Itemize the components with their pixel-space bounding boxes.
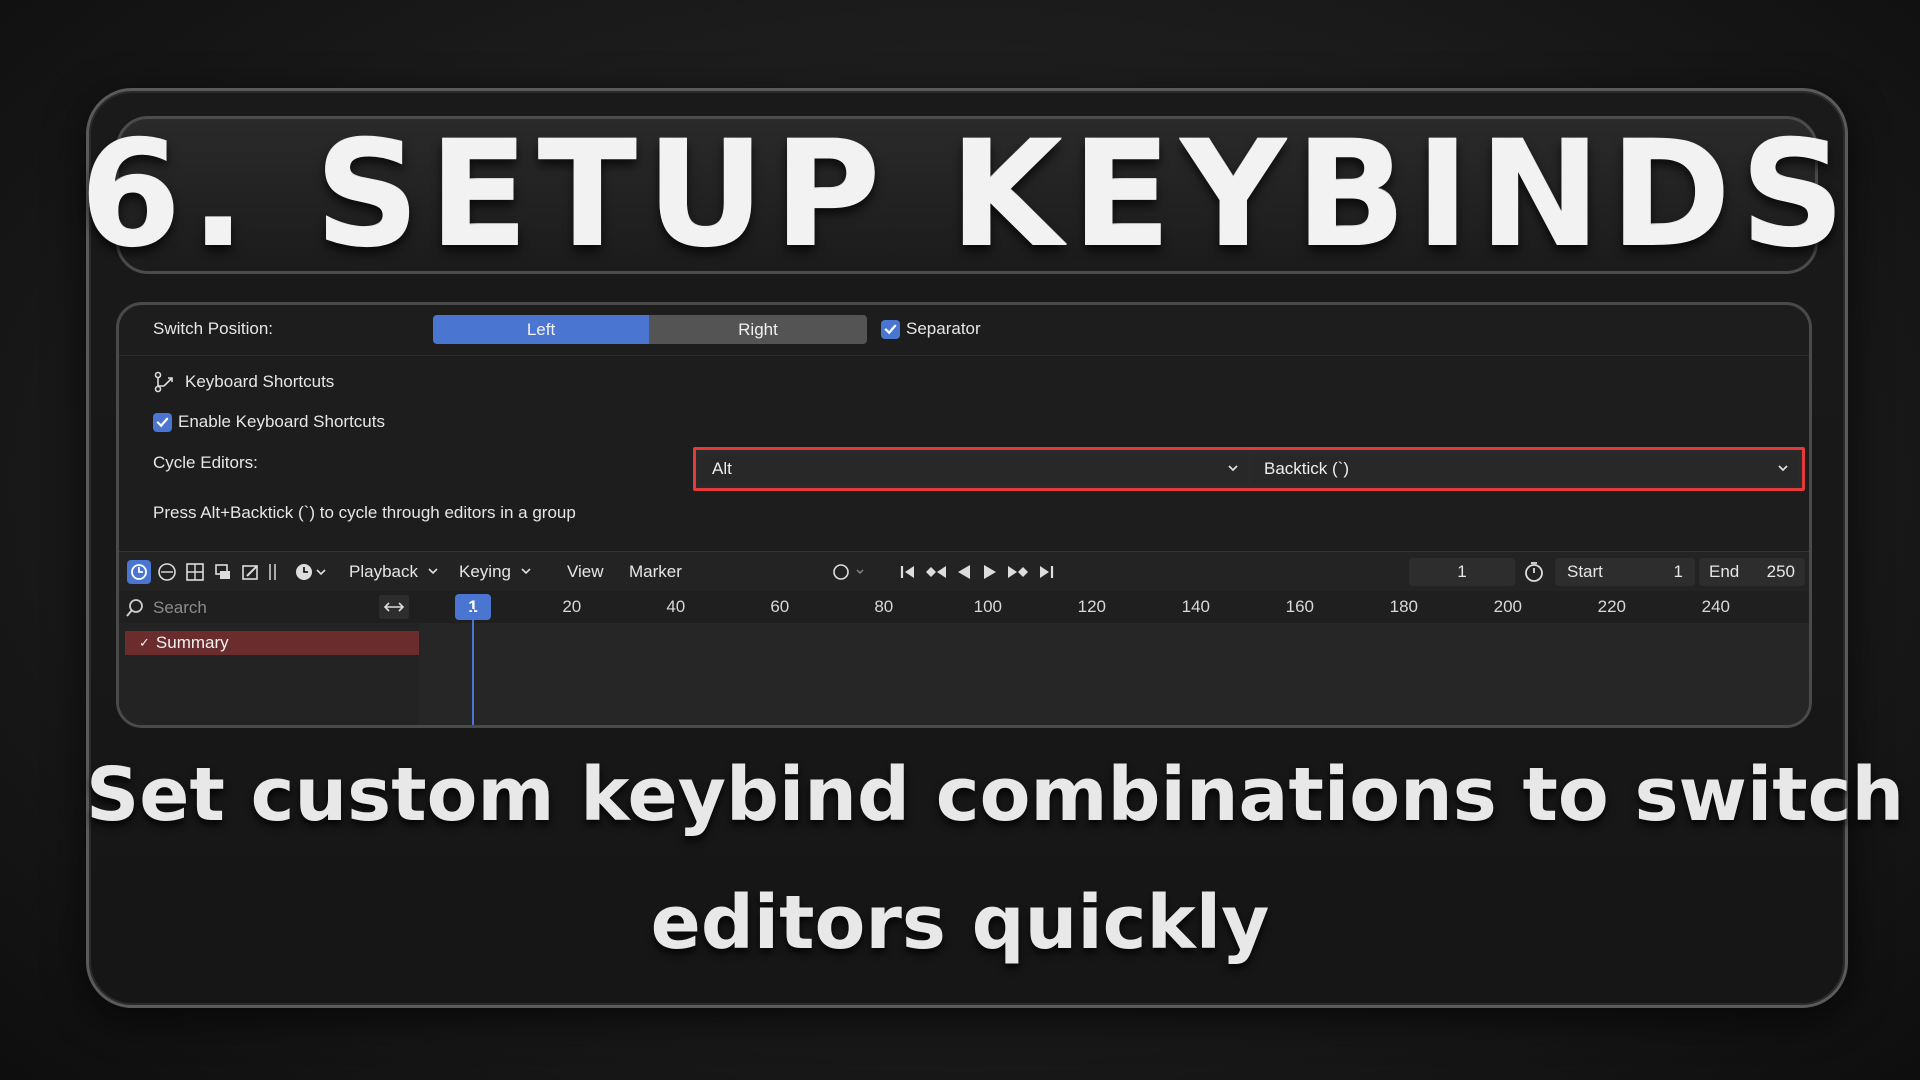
- start-frame-field[interactable]: Start 1: [1555, 558, 1695, 586]
- ruler-tick: 80: [874, 597, 894, 616]
- end-label: End: [1709, 562, 1740, 581]
- ruler-tick: 40: [666, 597, 686, 616]
- jump-start-icon[interactable]: [897, 560, 919, 584]
- menu-playback[interactable]: Playback: [349, 562, 439, 582]
- page-title: 6. SETUP KEYBINDS: [79, 110, 1855, 280]
- enable-shortcuts-row[interactable]: Enable Keyboard Shortcuts: [153, 412, 385, 432]
- menu-marker[interactable]: Marker: [629, 562, 682, 582]
- keyboard-shortcut-icon: [153, 371, 175, 393]
- track-area[interactable]: [419, 623, 1809, 725]
- record-button[interactable]: [831, 560, 871, 584]
- keyboard-shortcuts-title: Keyboard Shortcuts: [185, 372, 335, 391]
- search-icon: [126, 599, 143, 617]
- end-frame-field[interactable]: End 250: [1699, 558, 1805, 586]
- title-banner: 6. SETUP KEYBINDS: [80, 116, 1845, 274]
- ruler-tick: 220: [1597, 597, 1626, 616]
- divider: [119, 355, 1809, 356]
- menu-view[interactable]: View: [567, 562, 604, 582]
- jump-end-icon[interactable]: [1035, 560, 1057, 584]
- nla-editor-icon[interactable]: [239, 560, 263, 584]
- ruler-tick: 100: [973, 597, 1002, 616]
- key-dropdown[interactable]: Backtick (`): [1252, 454, 1798, 484]
- summary-label: Summary: [155, 633, 229, 652]
- switch-left-button[interactable]: Left: [433, 315, 649, 344]
- check-icon: ✓: [139, 635, 150, 650]
- chevron-down-icon: [521, 568, 531, 575]
- timeline-editor-icon[interactable]: [127, 560, 151, 584]
- play-icon[interactable]: [979, 560, 1001, 584]
- caption-line-2: editors quickly: [650, 880, 1270, 966]
- shortcut-hint: Press Alt+Backtick (`) to cycle through …: [153, 503, 576, 522]
- separator-checkbox[interactable]: [881, 319, 900, 339]
- search-field[interactable]: Search: [125, 595, 395, 621]
- ruler-tick: 180: [1389, 597, 1418, 616]
- ruler-tick: 200: [1493, 597, 1522, 616]
- drivers-icon[interactable]: [211, 560, 235, 584]
- start-value: 1: [1673, 562, 1683, 581]
- ruler-tick: 60: [770, 597, 790, 616]
- separator-bars-icon: [267, 560, 279, 584]
- separator-label: Separator: [906, 319, 981, 338]
- summary-channel[interactable]: ✓ Summary: [125, 631, 419, 655]
- enable-shortcuts-label: Enable Keyboard Shortcuts: [178, 412, 385, 431]
- check-icon: [156, 417, 169, 427]
- ruler-tick: 240: [1701, 597, 1730, 616]
- cycle-editors-highlight: Alt Backtick (`): [693, 447, 1805, 491]
- ruler-tick: 140: [1181, 597, 1210, 616]
- frame-ruler[interactable]: Search 1 20 40 60 80 100 120 140 160 180 200 220 24…: [119, 591, 1809, 623]
- ruler-tick: 120: [1077, 597, 1106, 616]
- playhead-line[interactable]: [472, 609, 474, 725]
- play-reverse-icon[interactable]: [953, 560, 975, 584]
- search-placeholder: Search: [153, 598, 207, 617]
- clock-dropdown-icon[interactable]: [293, 560, 331, 584]
- switch-right-button[interactable]: Right: [649, 315, 867, 344]
- next-keyframe-icon[interactable]: [1005, 560, 1031, 584]
- chevron-down-icon: [1778, 465, 1788, 472]
- ruler-tick: 160: [1285, 597, 1314, 616]
- dope-sheet-icon[interactable]: [155, 560, 179, 584]
- modifier-dropdown[interactable]: Alt: [700, 454, 1248, 484]
- separator-checkbox-row[interactable]: Separator: [881, 319, 981, 339]
- cycle-editors-label: Cycle Editors:: [153, 453, 258, 472]
- switch-position-label: Switch Position:: [153, 319, 273, 338]
- end-value: 250: [1766, 562, 1795, 581]
- current-frame-field[interactable]: 1: [1409, 558, 1515, 586]
- key-value: Backtick (`): [1264, 459, 1349, 478]
- menu-keying[interactable]: Keying: [459, 562, 532, 582]
- check-icon: [884, 324, 897, 334]
- blender-preferences-panel: Switch Position: Left Right Separator Ke…: [116, 302, 1812, 728]
- ruler-tick: 20: [562, 597, 582, 616]
- stopwatch-icon[interactable]: [1521, 560, 1547, 584]
- channel-list: ✓ Summary: [119, 623, 419, 725]
- timeline-header: Playback Keying View Marker 1 Start 1 En…: [119, 551, 1809, 591]
- enable-shortcuts-checkbox[interactable]: [153, 412, 172, 432]
- chevron-down-icon: [1228, 465, 1238, 472]
- start-label: Start: [1567, 562, 1603, 581]
- chevron-down-icon: [428, 568, 438, 575]
- caption-line-1: Set custom keybind combinations to switc…: [86, 752, 1905, 838]
- modifier-value: Alt: [712, 459, 732, 478]
- graph-editor-icon[interactable]: [183, 560, 207, 584]
- prev-keyframe-icon[interactable]: [923, 560, 949, 584]
- swap-arrows-icon[interactable]: [379, 595, 409, 619]
- keyboard-shortcuts-header: Keyboard Shortcuts: [153, 371, 334, 393]
